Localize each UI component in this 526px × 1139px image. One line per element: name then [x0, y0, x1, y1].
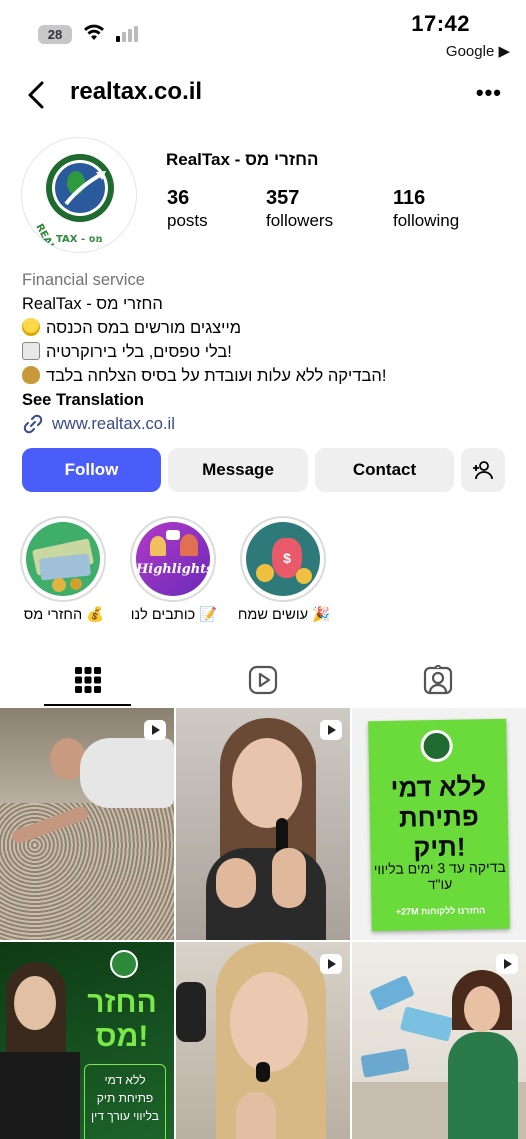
post-thumbnail[interactable]: [352, 942, 526, 1139]
status-bar: 28 17:42 Google ▶: [0, 0, 526, 70]
suggested-accounts-button[interactable]: [461, 448, 505, 492]
battery-icon: 28: [38, 25, 72, 44]
profile-header: realtax.co.il •••: [0, 72, 526, 116]
highlights-icon: Highlights: [136, 522, 210, 596]
profile-username: realtax.co.il: [70, 78, 203, 105]
wifi-icon: [84, 24, 104, 40]
signal-icon: [116, 26, 138, 42]
highlight-item[interactable]: $ עושים שמח 🎉: [238, 516, 330, 623]
post-thumbnail[interactable]: ללא דמי פתיחת תיק! בדיקה עד 3 ימים בליוו…: [352, 708, 526, 940]
active-tab-indicator: [44, 704, 131, 706]
tab-tagged[interactable]: [350, 652, 525, 708]
realtax-logo-icon: REAL TAX - מס: [26, 142, 134, 252]
posts-count[interactable]: 36 posts: [167, 186, 208, 232]
money-bag-icon: [22, 366, 40, 384]
cash-icon: [26, 522, 100, 596]
website-link[interactable]: www.realtax.co.il: [22, 412, 502, 436]
highlight-label: עושים שמח 🎉: [237, 607, 331, 623]
profile-category: Financial service: [22, 271, 145, 289]
follow-button[interactable]: Follow: [22, 448, 161, 492]
bio-line: RealTax - החזרי מס: [22, 295, 163, 313]
reel-icon: [320, 720, 342, 740]
post-thumbnail[interactable]: [0, 708, 174, 940]
clipboard-icon: [22, 342, 40, 360]
stat-value: 116: [393, 187, 426, 209]
post-thumbnail[interactable]: [176, 942, 350, 1139]
grid-icon: [74, 667, 101, 693]
post-thumbnail[interactable]: [176, 708, 350, 940]
bio-line: בלי טפסים, בלי בירוקרטיה!: [22, 340, 502, 364]
message-button[interactable]: Message: [168, 448, 308, 492]
reels-icon: [248, 665, 277, 695]
clock: 17:42: [411, 11, 470, 36]
highlight-item[interactable]: החזרי מס 💰: [20, 516, 108, 623]
following-count[interactable]: 116 following: [393, 186, 459, 232]
stat-label: following: [393, 211, 460, 230]
profile-display-name: RealTax - החזרי מס: [166, 150, 319, 169]
reel-icon: [144, 720, 166, 740]
profile-bio: Financial service RealTax - החזרי מס מיי…: [22, 268, 502, 436]
money-bag-icon: $: [246, 522, 320, 596]
contact-button[interactable]: Contact: [315, 448, 454, 492]
stat-value: 36: [167, 187, 190, 209]
stat-label: followers: [266, 211, 334, 230]
highlight-item[interactable]: Highlights כותבים לנו 📝: [130, 516, 218, 623]
svg-text:TAX - מס: TAX - מס: [56, 234, 103, 245]
see-translation-link[interactable]: See Translation: [22, 388, 502, 412]
lightbulb-icon: [22, 318, 40, 336]
profile-tabs: [0, 652, 526, 708]
followers-count[interactable]: 357 followers: [266, 186, 333, 232]
bio-line: הבדיקה ללא עלות ועובדת על בסיס הצלחה בלב…: [22, 364, 502, 388]
tagged-icon: [423, 665, 452, 695]
posts-grid: ללא דמי פתיחת תיק! בדיקה עד 3 ימים בליוו…: [0, 708, 526, 1139]
reel-icon: [320, 954, 342, 974]
back-arrow-icon[interactable]: [22, 78, 52, 112]
back-to-app-link[interactable]: Google ▶: [446, 42, 510, 60]
stat-label: posts: [167, 211, 208, 230]
reel-icon: [496, 954, 518, 974]
link-icon: [23, 414, 43, 434]
add-person-icon: [473, 461, 493, 480]
tab-posts[interactable]: [0, 652, 175, 708]
more-options-icon[interactable]: •••: [476, 80, 502, 106]
post-thumbnail[interactable]: החזר מס! ללא דמי פתיחת תיק בליווי עורך ד…: [0, 942, 174, 1139]
tab-reels[interactable]: [175, 652, 350, 708]
bio-line: מייצגים מורשים במס הכנסה: [22, 316, 502, 340]
stat-value: 357: [266, 187, 300, 209]
profile-avatar[interactable]: REAL TAX - מס: [21, 137, 137, 253]
